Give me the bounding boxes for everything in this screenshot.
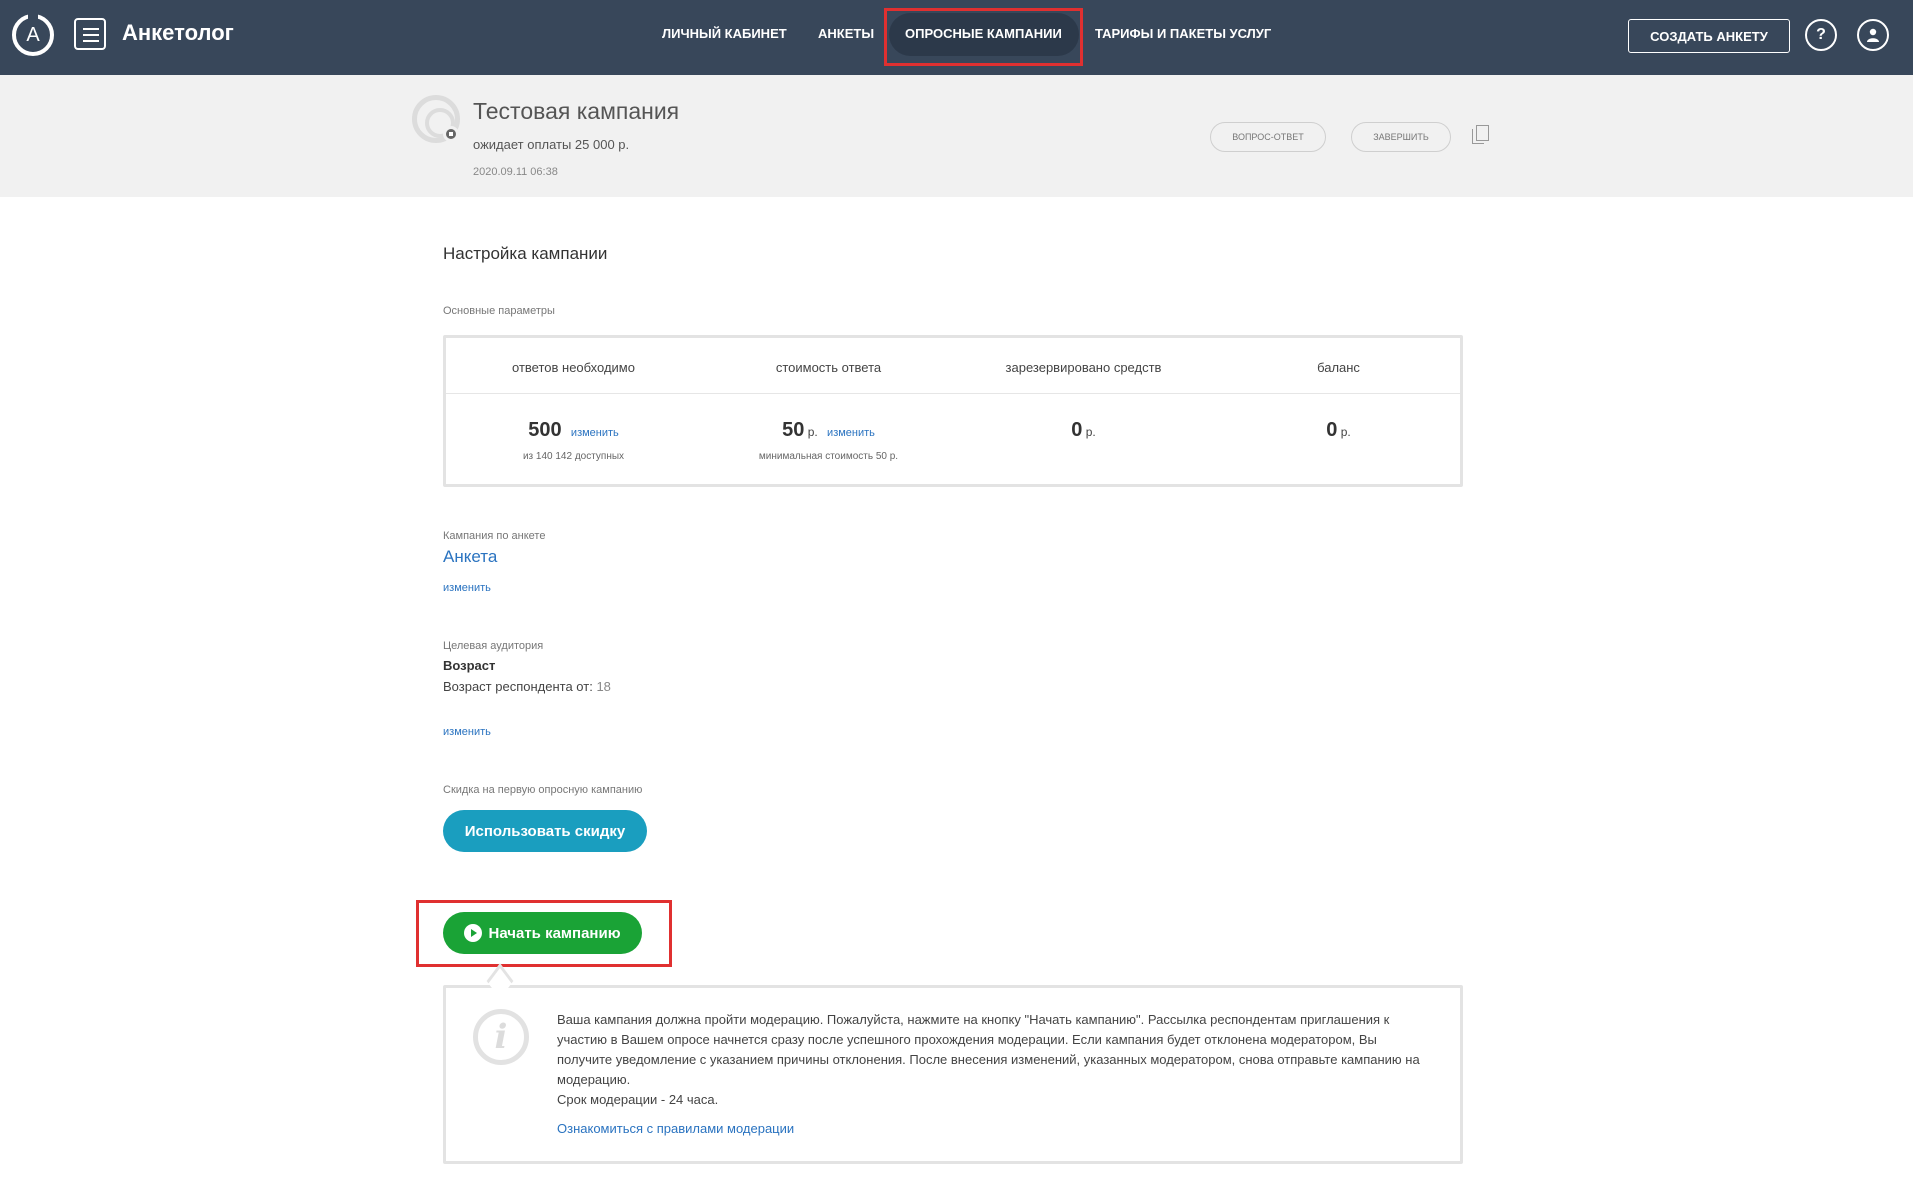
param-unit: р.: [1340, 425, 1351, 439]
help-icon[interactable]: ?: [1805, 19, 1837, 51]
param-value-row: 50 р. изменить: [701, 419, 956, 442]
basic-params-label: Основные параметры: [443, 305, 555, 317]
param-value-row: 0 р.: [956, 419, 1211, 442]
moderation-rules-link[interactable]: Ознакомиться с правилами модерации: [557, 1121, 794, 1136]
discount-label: Скидка на первую опросную кампанию: [443, 784, 643, 796]
param-cost: стоимость ответа 50 р. изменить минималь…: [701, 338, 956, 484]
params-panel: ответов необходимо 500 изменить из 140 1…: [443, 335, 1463, 487]
campaign-date: 2020.09.11 06:38: [473, 166, 558, 178]
finish-button[interactable]: ЗАВЕРШИТЬ: [1351, 122, 1451, 152]
param-sub: минимальная стоимость 50 р.: [758, 451, 899, 462]
settings-title: Настройка кампании: [443, 244, 608, 263]
param-sub: из 140 142 доступных: [522, 451, 625, 462]
param-value: 50: [782, 419, 805, 441]
param-head: баланс: [1317, 360, 1360, 375]
logo-icon[interactable]: A: [12, 12, 54, 56]
qa-button[interactable]: ВОПРОС-ОТВЕТ: [1210, 122, 1326, 152]
user-silhouette-icon: [1867, 28, 1879, 42]
moderation-info-text: Ваша кампания должна пройти модерацию. П…: [557, 1010, 1427, 1110]
nav-surveys[interactable]: АНКЕТЫ: [818, 26, 874, 41]
param-reserved: зарезервировано средств 0 р.: [956, 338, 1211, 484]
change-audience-link[interactable]: изменить: [443, 726, 491, 738]
param-responses: ответов необходимо 500 изменить из 140 1…: [446, 338, 701, 484]
audience-age: Возраст респондента от: 18: [443, 679, 611, 694]
campaign-status: ожидает оплаты 25 000 р.: [473, 137, 630, 152]
nav-personal-cabinet[interactable]: ЛИЧНЫЙ КАБИНЕТ: [662, 26, 787, 41]
param-unit: р.: [807, 425, 818, 439]
audience-age-label: Возраст респондента от:: [443, 679, 593, 694]
menu-icon[interactable]: [74, 18, 106, 50]
campaign-header: [0, 75, 1913, 197]
param-head: стоимость ответа: [775, 360, 882, 375]
survey-label: Кампания по анкете: [443, 530, 546, 542]
brand-name[interactable]: Анкетолог: [122, 20, 234, 46]
param-value-row: 0 р.: [1211, 419, 1466, 442]
copy-icon[interactable]: [1472, 125, 1489, 144]
param-value-row: 500 изменить: [446, 419, 701, 442]
nav-tariffs[interactable]: ТАРИФЫ И ПАКЕТЫ УСЛУГ: [1095, 26, 1271, 41]
change-cost-link[interactable]: изменить: [827, 427, 875, 439]
audience-age-value: 18: [596, 679, 611, 694]
param-value: 0: [1071, 419, 1083, 441]
param-unit: р.: [1085, 425, 1096, 439]
param-value: 0: [1326, 419, 1338, 441]
highlight-start-frame: [416, 900, 672, 967]
param-head: ответов необходимо: [512, 360, 635, 375]
param-value: 500: [528, 419, 562, 441]
user-icon[interactable]: [1857, 19, 1889, 51]
change-survey-link[interactable]: изменить: [443, 582, 491, 594]
param-head: зарезервировано средств: [1005, 360, 1162, 375]
info-icon: i: [473, 1009, 529, 1065]
create-survey-button[interactable]: СОЗДАТЬ АНКЕТУ: [1628, 19, 1790, 53]
moderation-term: Срок модерации - 24 часа.: [557, 1092, 719, 1107]
highlight-nav-frame: [884, 8, 1083, 66]
stop-icon: [443, 126, 459, 142]
param-balance: баланс 0 р.: [1211, 338, 1466, 484]
moderation-text: Ваша кампания должна пройти модерацию. П…: [557, 1012, 1420, 1087]
audience-title: Возраст: [443, 658, 496, 673]
change-responses-link[interactable]: изменить: [571, 427, 619, 439]
use-discount-button[interactable]: Использовать скидку: [443, 810, 647, 852]
audience-label: Целевая аудитория: [443, 640, 544, 652]
campaign-title: Тестовая кампания: [473, 98, 680, 124]
survey-name-link[interactable]: Анкета: [443, 547, 497, 567]
